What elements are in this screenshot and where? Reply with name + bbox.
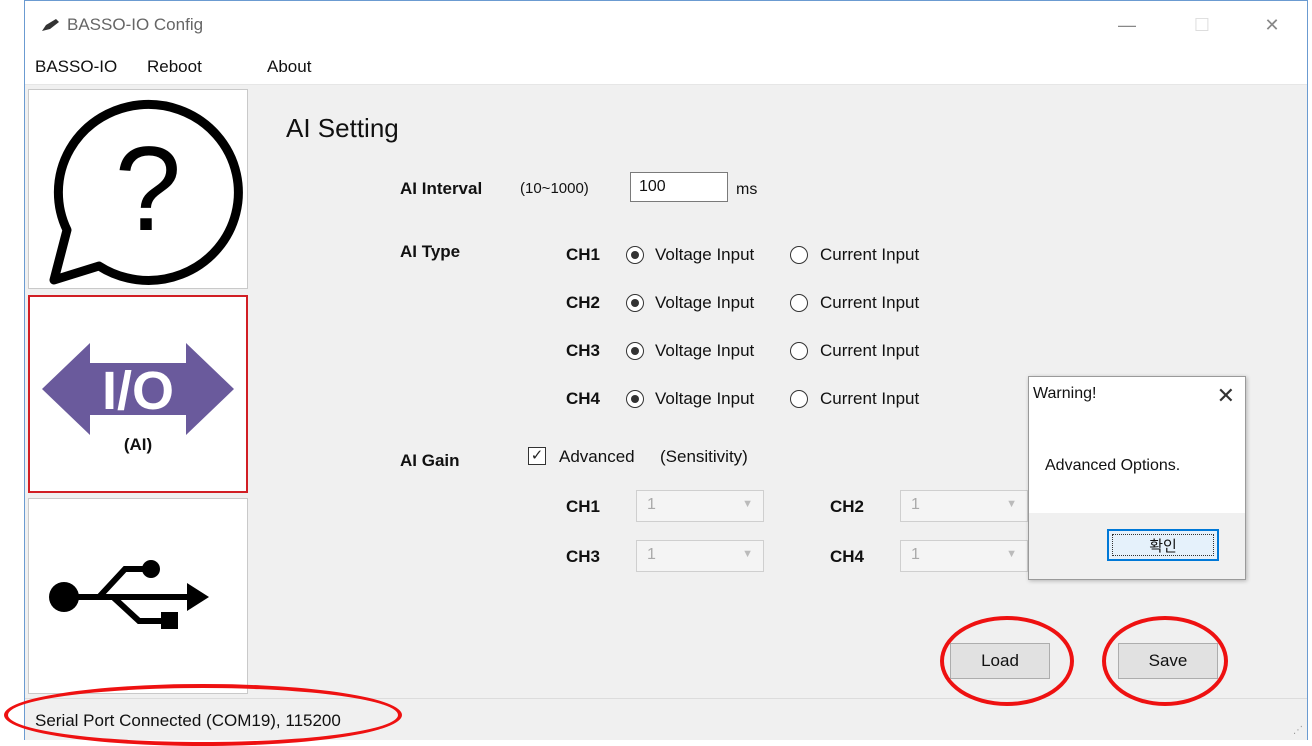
save-button[interactable]: Save: [1118, 643, 1218, 679]
gain-channel-label: CH2: [830, 497, 865, 516]
gain-combo-ch3[interactable]: 1 ▼: [636, 540, 764, 572]
gain-label: AI Gain: [400, 451, 460, 470]
interval-unit: ms: [736, 181, 758, 198]
current-radio-ch2[interactable]: [790, 294, 808, 312]
menu-item-about[interactable]: About: [267, 57, 311, 77]
voltage-label: Voltage Input: [655, 293, 755, 312]
type-channel-label: CH2: [566, 293, 601, 312]
gain-value: 1: [647, 546, 656, 563]
close-button[interactable]: ✕: [1250, 9, 1294, 41]
current-radio-ch4[interactable]: [790, 390, 808, 408]
voltage-radio-ch4[interactable]: [626, 390, 644, 408]
maximize-button[interactable]: ☐: [1180, 9, 1224, 41]
voltage-radio-ch2[interactable]: [626, 294, 644, 312]
warning-dialog: Warning! ✕ Advanced Options. 확인: [1028, 376, 1246, 580]
app-window: BASSO-IO Config — ☐ ✕ BASSO-IO Reboot Ab…: [24, 0, 1308, 740]
minimize-button[interactable]: —: [1105, 9, 1149, 41]
load-button[interactable]: Load: [950, 643, 1050, 679]
interval-input[interactable]: [630, 172, 728, 202]
dialog-message: Advanced Options.: [1045, 457, 1181, 474]
gain-combo-ch2[interactable]: 1 ▼: [900, 490, 1028, 522]
voltage-radio-ch3[interactable]: [626, 342, 644, 360]
title-bar: BASSO-IO Config — ☐ ✕: [25, 1, 1307, 49]
voltage-label: Voltage Input: [655, 389, 755, 408]
interval-label: AI Interval: [400, 179, 483, 198]
advanced-checkbox[interactable]: ✓: [528, 447, 546, 465]
gain-value: 1: [911, 546, 920, 563]
dialog-footer: 확인: [1029, 513, 1245, 579]
app-pen-icon: [42, 19, 59, 31]
ai-caption: (AI): [123, 435, 153, 454]
advanced-label: Advanced: [559, 447, 635, 466]
status-bar: Serial Port Connected (COM19), 115200 ⋰: [25, 698, 1307, 740]
gain-value: 1: [647, 496, 656, 513]
gain-combo-ch4[interactable]: 1 ▼: [900, 540, 1028, 572]
current-label: Current Input: [820, 341, 920, 360]
sidebar-item-ai[interactable]: I/O (AI): [28, 295, 248, 493]
voltage-label: Voltage Input: [655, 245, 755, 264]
current-label: Current Input: [820, 245, 920, 264]
gain-combo-ch1[interactable]: 1 ▼: [636, 490, 764, 522]
type-label: AI Type: [400, 242, 461, 261]
menu-bar: BASSO-IO Reboot About: [25, 49, 1307, 85]
menu-item-reboot[interactable]: Reboot: [147, 57, 202, 77]
type-channel-label: CH3: [566, 341, 601, 360]
resize-grip-icon[interactable]: ⋰: [1293, 725, 1303, 736]
type-channel-label: CH4: [566, 389, 601, 408]
type-channel-label: CH1: [566, 245, 601, 264]
chevron-down-icon: ▼: [1006, 548, 1017, 560]
dialog-ok-button[interactable]: 확인: [1107, 529, 1219, 561]
svg-text:?: ?: [115, 122, 182, 256]
io-arrow-icon: I/O: [42, 343, 234, 435]
current-radio-ch1[interactable]: [790, 246, 808, 264]
current-radio-ch3[interactable]: [790, 342, 808, 360]
svg-text:I/O: I/O: [102, 361, 174, 421]
chevron-down-icon: ▼: [742, 548, 753, 560]
sensitivity-note: (Sensitivity): [660, 447, 748, 466]
menu-item-basso-io[interactable]: BASSO-IO: [35, 57, 117, 77]
gain-value: 1: [911, 496, 920, 513]
voltage-label: Voltage Input: [655, 341, 755, 360]
sidebar-item-help[interactable]: ?: [28, 89, 248, 289]
maximize-icon: ☐: [1193, 14, 1211, 35]
sidebar: ? I/O (AI): [25, 85, 250, 697]
question-bubble-icon: ?: [49, 99, 243, 285]
voltage-radio-ch1[interactable]: [626, 246, 644, 264]
current-label: Current Input: [820, 389, 920, 408]
section-title: AI Setting: [286, 113, 399, 143]
close-icon: ✕: [1264, 14, 1280, 35]
chevron-down-icon: ▼: [1006, 498, 1017, 510]
window-title: BASSO-IO Config: [67, 15, 204, 34]
chevron-down-icon: ▼: [742, 498, 753, 510]
gain-channel-label: CH4: [830, 547, 865, 566]
current-label: Current Input: [820, 293, 920, 312]
interval-range: (10~1000): [520, 180, 589, 197]
gain-channel-label: CH1: [566, 497, 601, 516]
minimize-icon: —: [1118, 14, 1136, 35]
usb-icon: [49, 560, 209, 629]
dialog-title: Warning!: [1033, 385, 1097, 402]
status-text: Serial Port Connected (COM19), 115200: [35, 711, 341, 730]
sidebar-item-usb[interactable]: [28, 498, 248, 694]
gain-channel-label: CH3: [566, 547, 601, 566]
dialog-close-icon[interactable]: ✕: [1217, 383, 1235, 409]
